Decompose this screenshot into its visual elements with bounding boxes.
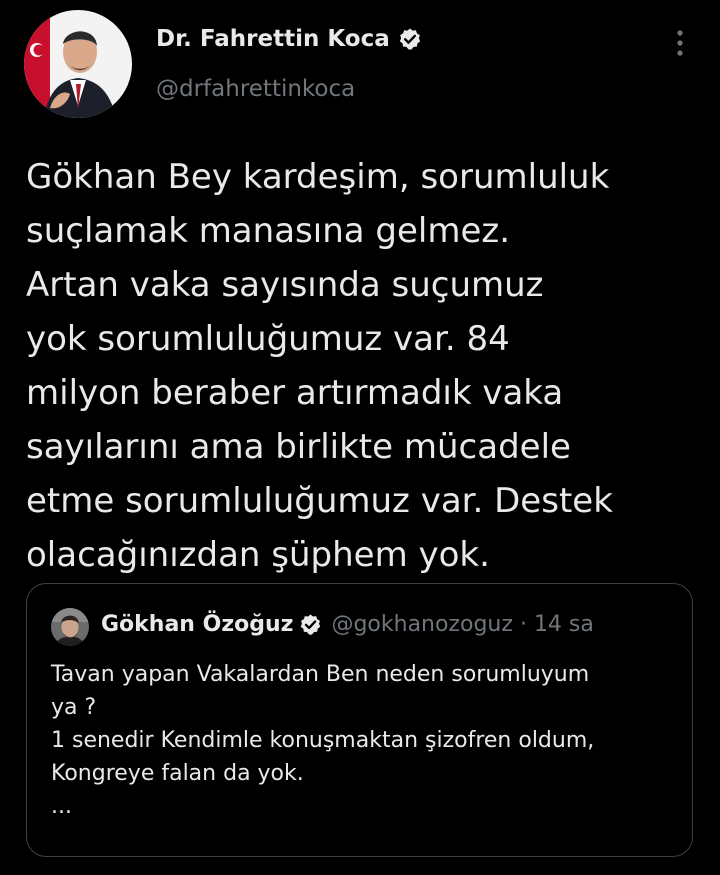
tweet-text: Gökhan Bey kardeşim, sorumluluk suçlamak… <box>26 157 613 575</box>
author-display-name[interactable]: Dr. Fahrettin Koca <box>156 26 422 52</box>
verified-badge-icon <box>299 613 322 636</box>
more-vertical-icon[interactable] <box>668 26 692 62</box>
quoted-tweet[interactable]: Gökhan Özoğuz @gokhanozoguz · 14 sa Tava… <box>26 583 693 857</box>
quoted-tweet-time[interactable]: 14 sa <box>534 612 594 637</box>
author-handle[interactable]: @drfahrettinkoca <box>156 76 355 102</box>
meta-separator: · <box>519 612 527 637</box>
quoted-author-handle[interactable]: @gokhanozoguz <box>331 612 512 637</box>
author-photo <box>24 10 132 118</box>
verified-badge-icon <box>398 27 422 51</box>
quoted-tweet-text: Tavan yapan Vakalardan Ben neden sorumlu… <box>51 662 595 819</box>
quoted-author-photo <box>51 608 89 646</box>
author-name-text[interactable]: Dr. Fahrettin Koca <box>156 26 390 52</box>
quoted-tweet-header: Gökhan Özoğuz @gokhanozoguz · 14 sa <box>101 612 594 637</box>
author-avatar[interactable] <box>24 10 132 118</box>
tweet-card: Dr. Fahrettin Koca @drfahrettinkoca Gökh… <box>0 0 720 875</box>
quoted-author-name[interactable]: Gökhan Özoğuz <box>101 612 293 637</box>
quoted-author-avatar[interactable] <box>51 608 89 646</box>
